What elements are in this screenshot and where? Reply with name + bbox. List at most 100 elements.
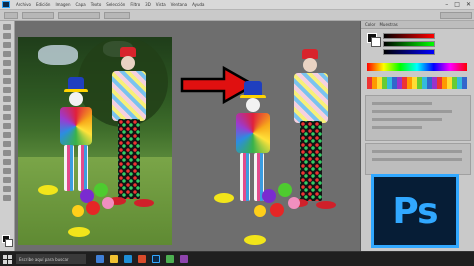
- option-field[interactable]: [22, 12, 54, 19]
- clown-face: [121, 56, 135, 70]
- panel-row: [372, 126, 422, 129]
- move-tool-icon[interactable]: [3, 24, 11, 30]
- color-ramp[interactable]: [367, 63, 467, 71]
- window-controls: – □ ✕: [445, 1, 471, 8]
- ball: [254, 205, 266, 217]
- panel-row: [372, 158, 462, 161]
- sky-patch: [38, 45, 78, 65]
- ball: [102, 197, 114, 209]
- zoom-tool-icon[interactable]: [3, 195, 11, 201]
- gradient-tool-icon[interactable]: [3, 123, 11, 129]
- blur-tool-icon[interactable]: [3, 132, 11, 138]
- clown-shoe: [214, 193, 234, 203]
- clown-torso: [236, 113, 270, 153]
- red-slider[interactable]: [383, 33, 435, 39]
- tab-swatches[interactable]: Muestras: [379, 22, 397, 27]
- menu-window[interactable]: Ventana: [171, 2, 187, 7]
- tool-preset-picker[interactable]: [4, 12, 18, 19]
- polka-dot-pants: [118, 119, 140, 199]
- healing-tool-icon[interactable]: [3, 78, 11, 84]
- polka-dot-pants: [300, 121, 322, 201]
- menu-help[interactable]: Ayuda: [192, 2, 204, 7]
- clown-leg: [64, 145, 74, 191]
- photoshop-window: Archivo Edición Imagen Capa Texto Selecc…: [0, 0, 474, 266]
- path-select-tool-icon[interactable]: [3, 168, 11, 174]
- dodge-tool-icon[interactable]: [3, 141, 11, 147]
- menu-select[interactable]: Selección: [106, 2, 125, 7]
- app-icon[interactable]: [138, 255, 146, 263]
- ball: [262, 189, 276, 203]
- clown-torso: [60, 107, 92, 145]
- clown-leg: [240, 153, 250, 201]
- blue-slider[interactable]: [383, 49, 435, 55]
- panel-row: [372, 118, 442, 121]
- green-slider[interactable]: [383, 41, 435, 47]
- ball: [278, 183, 292, 197]
- taskbar-search[interactable]: Escribe aquí para buscar: [16, 254, 86, 264]
- document-canvas[interactable]: [15, 21, 360, 251]
- brush-tool-icon[interactable]: [3, 87, 11, 93]
- shape-tool-icon[interactable]: [3, 177, 11, 183]
- lasso-tool-icon[interactable]: [3, 42, 11, 48]
- ball: [86, 201, 100, 215]
- stamp-tool-icon[interactable]: [3, 96, 11, 102]
- photoshop-logo: Ps: [371, 174, 459, 248]
- menu-items: Archivo Edición Imagen Capa Texto Selecc…: [16, 2, 204, 7]
- quick-select-tool-icon[interactable]: [3, 51, 11, 57]
- pen-tool-icon[interactable]: [3, 150, 11, 156]
- crop-tool-icon[interactable]: [3, 60, 11, 66]
- file-explorer-icon[interactable]: [110, 255, 118, 263]
- clown-face: [69, 92, 83, 106]
- panel-row: [372, 150, 462, 153]
- browser-icon[interactable]: [124, 255, 132, 263]
- menu-view[interactable]: Vista: [156, 2, 166, 7]
- swatches-grid[interactable]: [367, 77, 467, 89]
- menu-image[interactable]: Imagen: [55, 2, 70, 7]
- adjustments-panel: [365, 95, 471, 141]
- clown-shoe: [244, 235, 266, 245]
- clown-shoe: [316, 201, 336, 209]
- menu-filter[interactable]: Filtro: [130, 2, 140, 7]
- history-brush-tool-icon[interactable]: [3, 105, 11, 111]
- menu-file[interactable]: Archivo: [16, 2, 31, 7]
- workspace-switcher[interactable]: [440, 12, 472, 19]
- ball: [72, 205, 84, 217]
- close-button[interactable]: ✕: [466, 1, 471, 8]
- background-color-swatch[interactable]: [5, 239, 13, 247]
- menu-layer[interactable]: Capa: [76, 2, 86, 7]
- options-bar: [0, 10, 474, 21]
- app-icon[interactable]: [166, 255, 174, 263]
- type-tool-icon[interactable]: [3, 159, 11, 165]
- cutout-figures: [210, 37, 350, 247]
- tab-color[interactable]: Color: [365, 22, 375, 27]
- option-field[interactable]: [104, 12, 130, 19]
- layers-panel: [365, 143, 471, 175]
- maximize-button[interactable]: □: [454, 1, 460, 8]
- ball: [288, 197, 300, 209]
- kneeling-clown-cutout: [214, 81, 284, 247]
- menu-3d[interactable]: 3D: [145, 2, 151, 7]
- panel-row: [372, 102, 432, 105]
- hand-tool-icon[interactable]: [3, 186, 11, 192]
- option-field[interactable]: [58, 12, 100, 19]
- clown-face: [246, 98, 260, 112]
- clown-shoe: [68, 227, 90, 237]
- task-view-icon[interactable]: [96, 255, 104, 263]
- photoshop-taskbar-icon[interactable]: [152, 255, 160, 263]
- clown-shoe: [38, 185, 58, 195]
- clown-jacket: [112, 71, 146, 121]
- app-icon[interactable]: [180, 255, 188, 263]
- windows-taskbar: Escribe aquí para buscar: [0, 251, 474, 266]
- menu-edit[interactable]: Edición: [36, 2, 50, 7]
- taskbar-apps: [96, 255, 188, 263]
- marquee-tool-icon[interactable]: [3, 33, 11, 39]
- original-photo: [18, 37, 172, 245]
- eyedropper-tool-icon[interactable]: [3, 69, 11, 75]
- windows-start-icon[interactable]: [3, 255, 12, 264]
- menu-type[interactable]: Texto: [91, 2, 102, 7]
- clown-face: [303, 58, 317, 72]
- eraser-tool-icon[interactable]: [3, 114, 11, 120]
- ball: [94, 183, 108, 197]
- minimize-button[interactable]: –: [445, 1, 448, 8]
- panel-background-swatch[interactable]: [371, 37, 381, 47]
